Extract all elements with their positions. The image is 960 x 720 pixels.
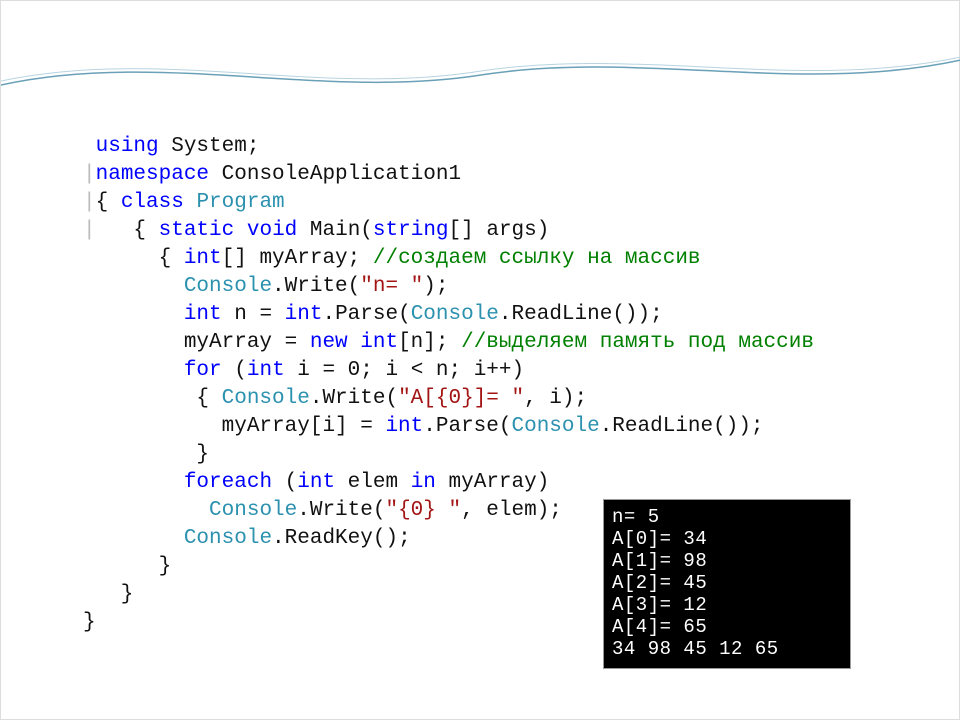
comment-1: //создаем ссылку на массив xyxy=(373,247,701,270)
comment-2: //выделяем память под массив xyxy=(461,331,814,354)
decorative-wave xyxy=(1,45,960,105)
console-line: A[4]= 65 xyxy=(612,616,707,638)
console-line: n= 5 xyxy=(612,506,660,528)
console-line: A[0]= 34 xyxy=(612,528,707,550)
console-line: A[1]= 98 xyxy=(612,550,707,572)
console-line: A[3]= 12 xyxy=(612,594,707,616)
console-line: 34 98 45 12 65 xyxy=(612,638,779,660)
kw-class: class xyxy=(121,191,184,214)
kw-using: using xyxy=(96,135,159,158)
slide-container: using System; |namespace ConsoleApplicat… xyxy=(0,0,960,720)
console-line: A[2]= 45 xyxy=(612,572,707,594)
type-program: Program xyxy=(184,191,285,214)
kw-namespace: namespace xyxy=(96,163,209,186)
console-output: n= 5 A[0]= 34 A[1]= 98 A[2]= 45 A[3]= 12… xyxy=(603,499,851,669)
